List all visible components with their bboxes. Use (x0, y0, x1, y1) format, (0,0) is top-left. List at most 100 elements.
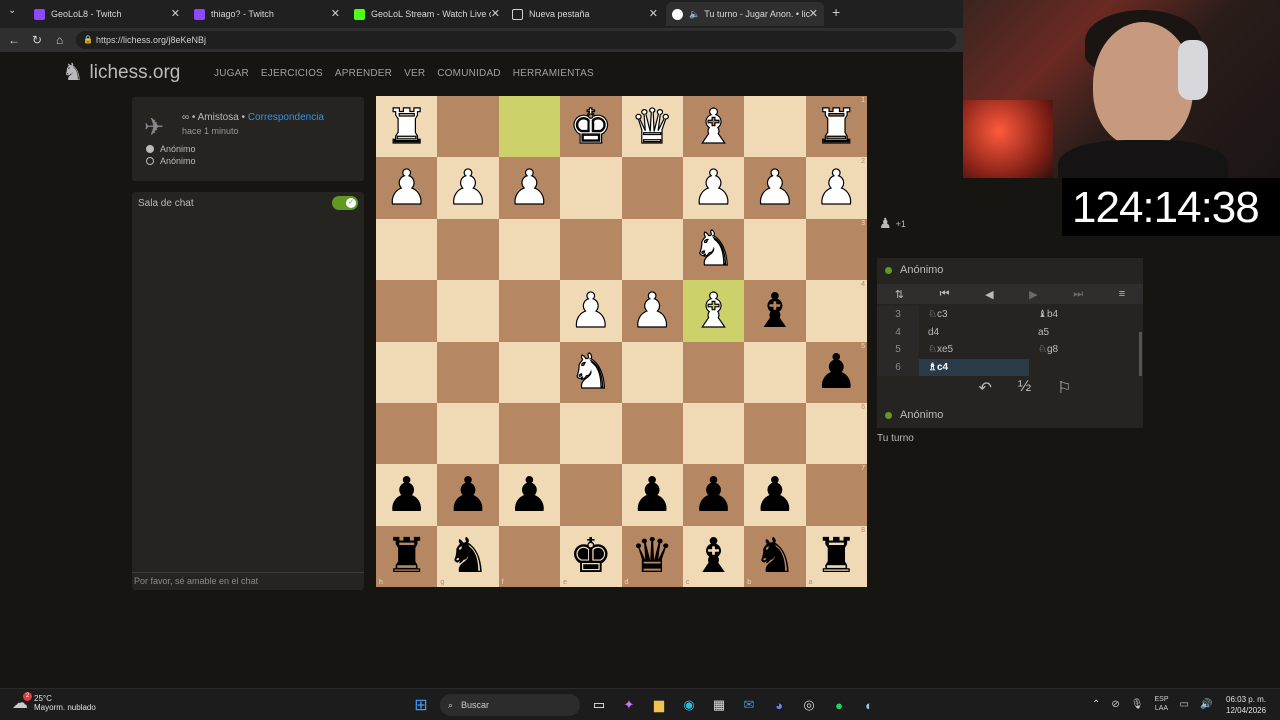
board-square[interactable] (621, 218, 683, 281)
board-square[interactable]: ♟ (682, 464, 745, 526)
player-black[interactable]: Anónimo (146, 156, 196, 166)
board-square[interactable]: 8 a ♜ (805, 525, 867, 587)
board-square[interactable] (560, 464, 622, 526)
board-square[interactable] (376, 218, 438, 281)
board-square[interactable] (437, 280, 499, 342)
new-tab-icon[interactable]: + (832, 4, 840, 20)
board-square[interactable]: ♞ (560, 341, 622, 403)
white-bishop-icon[interactable]: ♝ (691, 102, 735, 151)
store-icon[interactable]: ▦ (708, 694, 730, 716)
black-rook-icon[interactable]: ♜ (385, 532, 428, 580)
white-pawn-icon[interactable]: ♟ (385, 163, 429, 212)
board-square[interactable]: 2 ♟ (805, 157, 867, 219)
chess-board[interactable]: ♜ ♚ ♛ ♝ 1 ♜ ♟ ♟ ♟ ♟ ♟ 2 ♟ ♞ 3 ♟ ♟ ♝ ♝ 4 ♞ 5 ♟ 6 ♟ ♟ ♟ ♟ ♟ ♟ 7 h ♜ g ♞ f e ♚ d ♛… (376, 96, 867, 587)
move-black[interactable] (1029, 359, 1139, 377)
chat-toggle[interactable]: ✓ (332, 196, 358, 210)
board-square[interactable] (376, 402, 438, 465)
board-square[interactable] (437, 402, 499, 465)
board-square[interactable]: 6 (805, 402, 867, 465)
spotify-icon[interactable]: ● (828, 694, 850, 716)
board-square[interactable] (621, 157, 683, 219)
board-square[interactable]: ♞ (682, 218, 745, 281)
black-knight-icon[interactable]: ♞ (753, 532, 796, 580)
white-knight-icon[interactable]: ♞ (569, 348, 613, 397)
tab-twitch-thiago[interactable]: thiago? - Twitch ✕ (188, 2, 346, 26)
white-queen-icon[interactable]: ♛ (630, 102, 674, 151)
network-off-icon[interactable]: ⊘ (1111, 699, 1119, 710)
black-knight-icon[interactable]: ♞ (447, 532, 490, 580)
board-square[interactable] (682, 341, 745, 403)
move-black[interactable]: a5 (1029, 324, 1139, 342)
board-square[interactable]: ♟ (498, 157, 561, 219)
display-icon[interactable]: ▭ (1180, 699, 1189, 710)
board-square[interactable] (376, 341, 438, 403)
close-icon[interactable]: ✕ (809, 7, 818, 20)
board-square[interactable]: f (498, 525, 561, 587)
url-field[interactable]: 🔒 https://lichess.org/j8eKeNBj (76, 31, 956, 49)
move-white[interactable]: ♘xe5 (919, 341, 1029, 359)
last-move-icon[interactable]: ⏭ (1073, 288, 1083, 301)
black-queen-icon[interactable]: ♛ (631, 532, 674, 580)
edge-icon[interactable]: ◉ (678, 694, 700, 716)
board-square[interactable]: b ♞ (744, 525, 806, 587)
close-icon[interactable]: ✕ (171, 7, 180, 20)
github-icon[interactable]: ◎ (798, 694, 820, 716)
board-square[interactable]: e ♚ (560, 525, 622, 587)
close-icon[interactable]: ✕ (649, 7, 658, 20)
move-white-current[interactable]: ♗c4 (919, 358, 1029, 376)
discord-icon[interactable]: ◕ (768, 694, 790, 716)
next-move-icon[interactable]: ▶ (1029, 288, 1037, 301)
player-white[interactable]: Anónimo (146, 144, 196, 154)
board-square[interactable] (621, 402, 683, 465)
nav-item-puzzles[interactable]: EJERCICIOS (261, 68, 323, 79)
own-player-name[interactable]: Anónimo (885, 409, 943, 421)
board-square[interactable]: ♟ (376, 464, 438, 526)
black-pawn-icon[interactable]: ♟ (692, 471, 735, 519)
close-icon[interactable]: ✕ (491, 7, 500, 20)
board-square[interactable]: ♟ (682, 157, 745, 219)
back-icon[interactable]: ← (8, 33, 20, 47)
board-square[interactable]: ♟ (621, 464, 683, 526)
board-square[interactable]: ♚ (560, 96, 622, 158)
tab-kick-geolol[interactable]: GeoLoL Stream - Watch Live on Ki ✕ (348, 2, 506, 26)
opponent-name[interactable]: Anónimo (885, 264, 943, 276)
board-square[interactable]: ♟ (376, 157, 438, 219)
black-pawn-icon[interactable]: ♟ (631, 471, 674, 519)
task-view-icon[interactable]: ▭ (588, 694, 610, 716)
board-square[interactable]: g ♞ (437, 525, 499, 587)
board-square[interactable] (744, 96, 806, 158)
menu-icon[interactable]: ≡ (1119, 288, 1125, 300)
board-square[interactable] (682, 402, 745, 465)
draw-offer-icon[interactable]: ½ (1018, 378, 1031, 400)
white-pawn-icon[interactable]: ♟ (753, 163, 797, 212)
white-knight-icon[interactable]: ♞ (691, 225, 735, 274)
board-square[interactable] (498, 341, 561, 403)
board-square[interactable]: 1 ♜ (805, 96, 867, 158)
board-square[interactable] (498, 402, 561, 465)
nav-item-watch[interactable]: VER (404, 68, 425, 79)
mail-icon[interactable]: ✉ (738, 694, 760, 716)
board-square[interactable]: ♟ (744, 157, 806, 219)
language-indicator[interactable]: ESP LAA (1154, 695, 1168, 713)
white-pawn-icon[interactable]: ♟ (814, 163, 858, 212)
white-pawn-icon[interactable]: ♟ (569, 286, 613, 335)
black-pawn-icon[interactable]: ♟ (815, 348, 858, 396)
board-square[interactable]: ♝ (744, 280, 806, 342)
black-pawn-icon[interactable]: ♟ (447, 471, 490, 519)
white-rook-icon[interactable]: ♜ (814, 102, 858, 151)
board-square[interactable]: h ♜ (376, 525, 438, 587)
white-pawn-icon[interactable]: ♟ (630, 286, 674, 335)
tab-list-icon[interactable]: ⌄ (8, 5, 16, 16)
taskbar-search[interactable]: ⌕ Buscar (440, 694, 580, 716)
black-pawn-icon[interactable]: ♟ (385, 471, 428, 519)
move-white[interactable]: d4 (919, 324, 1029, 342)
nav-item-community[interactable]: COMUNIDAD (437, 68, 500, 79)
white-rook-icon[interactable]: ♜ (385, 102, 429, 151)
weather-widget[interactable]: ☁ 2 25°C Mayorm. nublado (12, 692, 96, 713)
clock[interactable]: 06:03 p. m. 12/04/2026 (1226, 694, 1266, 716)
prev-move-icon[interactable]: ◀ (985, 288, 993, 301)
nav-item-tools[interactable]: HERRAMIENTAS (513, 68, 594, 79)
takeback-icon[interactable]: ↶ (978, 378, 991, 400)
white-pawn-icon[interactable]: ♟ (446, 163, 490, 212)
flip-board-icon[interactable]: ⇅ (895, 288, 904, 301)
